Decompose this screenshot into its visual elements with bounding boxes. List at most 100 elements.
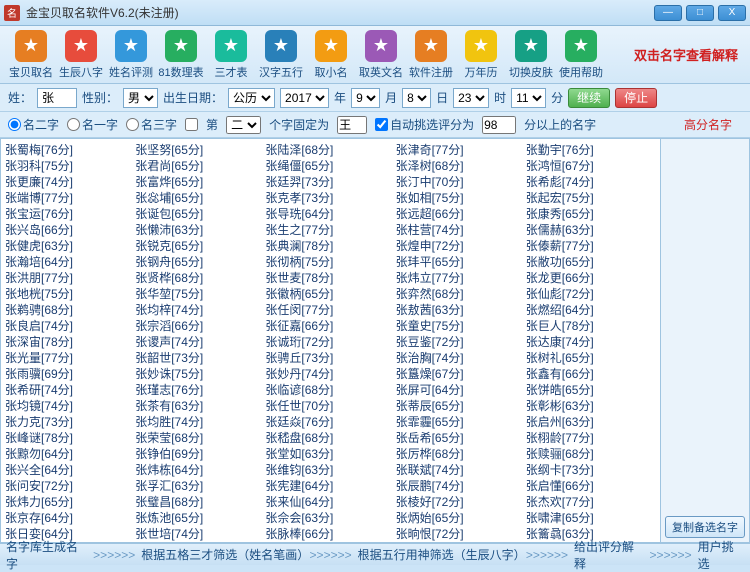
tool-三才表[interactable]: ★三才表: [206, 30, 256, 80]
name-cell[interactable]: 张屏可[64分]: [396, 381, 526, 397]
name-cell[interactable]: 张炳始[65分]: [396, 509, 526, 525]
name-cell[interactable]: 张生之[77分]: [265, 221, 395, 237]
name-cell[interactable]: 张蜀梅[76分]: [5, 141, 135, 157]
name-cell[interactable]: 张启懂[66分]: [526, 477, 656, 493]
tool-宝贝取名[interactable]: ★宝贝取名: [6, 30, 56, 80]
auto-score-input[interactable]: [482, 116, 516, 134]
tool-切换皮肤[interactable]: ★切换皮肤: [506, 30, 556, 80]
name-cell[interactable]: 张童史[75分]: [396, 317, 526, 333]
name-cell[interactable]: 张问安[72分]: [5, 477, 135, 493]
radio-one-char[interactable]: 名一字: [67, 116, 118, 133]
tool-软件注册[interactable]: ★软件注册: [406, 30, 456, 80]
name-cell[interactable]: 张兴全[64分]: [5, 461, 135, 477]
name-cell[interactable]: 张荣莹[68分]: [135, 429, 265, 445]
status-step3[interactable]: 根据五行用神筛选（生辰八字）: [358, 546, 520, 563]
name-cell[interactable]: 张坚努[65分]: [135, 141, 265, 157]
name-cell[interactable]: 张锐克[65分]: [135, 237, 265, 253]
tool-取小名[interactable]: ★取小名: [306, 30, 356, 80]
name-cell[interactable]: 张京存[64分]: [5, 509, 135, 525]
name-cell[interactable]: 张堂如[63分]: [265, 445, 395, 461]
name-cell[interactable]: 张敖茜[63分]: [396, 301, 526, 317]
fix-char-input[interactable]: [337, 116, 367, 134]
name-cell[interactable]: 张鑫有[66分]: [526, 365, 656, 381]
copy-selected-button[interactable]: 复制备选名字: [665, 516, 745, 538]
name-cell[interactable]: 张敝功[65分]: [526, 253, 656, 269]
name-cell[interactable]: 张炼池[65分]: [135, 509, 265, 525]
name-cell[interactable]: 张厉桦[68分]: [396, 445, 526, 461]
name-cell[interactable]: 张栩龄[77分]: [526, 429, 656, 445]
name-cell[interactable]: 张任世[70分]: [265, 397, 395, 413]
name-cell[interactable]: 张鹈骋[68分]: [5, 301, 135, 317]
name-cell[interactable]: 张杰欢[77分]: [526, 493, 656, 509]
name-cell[interactable]: 张玤平[65分]: [396, 253, 526, 269]
name-cell[interactable]: 张陆泽[68分]: [265, 141, 395, 157]
name-cell[interactable]: 张典澜[78分]: [265, 237, 395, 253]
name-cell[interactable]: 张宝运[76分]: [5, 205, 135, 221]
name-cell[interactable]: 张妙诛[75分]: [135, 365, 265, 381]
name-cell[interactable]: 张世麦[78分]: [265, 269, 395, 285]
name-cell[interactable]: 张炜力[65分]: [5, 493, 135, 509]
hour-select[interactable]: 23: [453, 88, 489, 108]
stop-button[interactable]: 停止: [615, 88, 657, 108]
name-cell[interactable]: 张嵇盘[68分]: [265, 429, 395, 445]
tool-生辰八字[interactable]: ★生辰八字: [56, 30, 106, 80]
name-cell[interactable]: 张联斌[74分]: [396, 461, 526, 477]
name-cell[interactable]: 张树礼[65分]: [526, 349, 656, 365]
name-cell[interactable]: 张徽柄[65分]: [265, 285, 395, 301]
name-cell[interactable]: 张霏霾[65分]: [396, 413, 526, 429]
name-cell[interactable]: 张峰谜[78分]: [5, 429, 135, 445]
name-cell[interactable]: 张均梓[74分]: [135, 301, 265, 317]
tool-姓名评测[interactable]: ★姓名评测: [106, 30, 156, 80]
name-cell[interactable]: 张脉棒[66分]: [265, 525, 395, 541]
name-cell[interactable]: 张仙彪[72分]: [526, 285, 656, 301]
name-cell[interactable]: 张巨人[78分]: [526, 317, 656, 333]
name-cell[interactable]: 张孚汇[63分]: [135, 477, 265, 493]
surname-input[interactable]: [37, 88, 77, 108]
name-cell[interactable]: 张良启[74分]: [5, 317, 135, 333]
name-cell[interactable]: 张贤桦[68分]: [135, 269, 265, 285]
name-cell[interactable]: 张华堃[75分]: [135, 285, 265, 301]
tool-汉字五行[interactable]: ★汉字五行: [256, 30, 306, 80]
name-cell[interactable]: 张鸿恒[67分]: [526, 157, 656, 173]
month-select[interactable]: 9: [351, 88, 380, 108]
name-cell[interactable]: 张惢埔[65分]: [135, 189, 265, 205]
name-cell[interactable]: 张懒沛[63分]: [135, 221, 265, 237]
name-cell[interactable]: 张柱营[74分]: [396, 221, 526, 237]
continue-button[interactable]: 继续: [568, 88, 610, 108]
status-step2[interactable]: 根据五格三才筛选（姓名笔画）: [141, 546, 303, 563]
name-cell[interactable]: 张瑾志[76分]: [135, 381, 265, 397]
name-cell[interactable]: 张端博[77分]: [5, 189, 135, 205]
tool-取英文名[interactable]: ★取英文名: [356, 30, 406, 80]
name-cell[interactable]: 张簋燥[67分]: [396, 365, 526, 381]
name-cell[interactable]: 张廷焱[76分]: [265, 413, 395, 429]
name-cell[interactable]: 张宪建[64分]: [265, 477, 395, 493]
name-cell[interactable]: 张羽科[75分]: [5, 157, 135, 173]
tool-81数理表[interactable]: ★81数理表: [156, 30, 206, 80]
name-cell[interactable]: 张维钧[63分]: [265, 461, 395, 477]
name-cell[interactable]: 张勤宇[76分]: [526, 141, 656, 157]
auto-filter-checkbox[interactable]: 自动挑选评分为: [375, 116, 474, 133]
name-cell[interactable]: 张启州[63分]: [526, 413, 656, 429]
name-cell[interactable]: 张征嘉[66分]: [265, 317, 395, 333]
name-cell[interactable]: 张泽树[68分]: [396, 157, 526, 173]
close-button[interactable]: X: [718, 5, 746, 21]
status-step1[interactable]: 名字库生成名字: [6, 538, 87, 572]
minute-select[interactable]: 11: [511, 88, 546, 108]
name-cell[interactable]: 张饼皓[65分]: [526, 381, 656, 397]
name-cell[interactable]: 张兴岛[66分]: [5, 221, 135, 237]
name-cell[interactable]: 张璧昌[68分]: [135, 493, 265, 509]
name-cell[interactable]: 张克孝[73分]: [265, 189, 395, 205]
name-cell[interactable]: 张宗滔[66分]: [135, 317, 265, 333]
name-list[interactable]: 张蜀梅[76分]张坚努[65分]张陆泽[68分]张津奇[77分]张勤宇[76分]…: [0, 138, 660, 543]
name-cell[interactable]: 张儒赫[63分]: [526, 221, 656, 237]
name-cell[interactable]: 张君尚[65分]: [135, 157, 265, 173]
fix-char-checkbox[interactable]: [185, 118, 198, 131]
name-cell[interactable]: 张豆鉴[72分]: [396, 333, 526, 349]
name-cell[interactable]: 张谡声[74分]: [135, 333, 265, 349]
name-cell[interactable]: 张治胸[74分]: [396, 349, 526, 365]
name-cell[interactable]: 张光量[77分]: [5, 349, 135, 365]
name-cell[interactable]: 张佘会[63分]: [265, 509, 395, 525]
name-cell[interactable]: 张黥勿[64分]: [5, 445, 135, 461]
calendar-select[interactable]: 公历: [228, 88, 275, 108]
name-cell[interactable]: 张傣薪[77分]: [526, 237, 656, 253]
